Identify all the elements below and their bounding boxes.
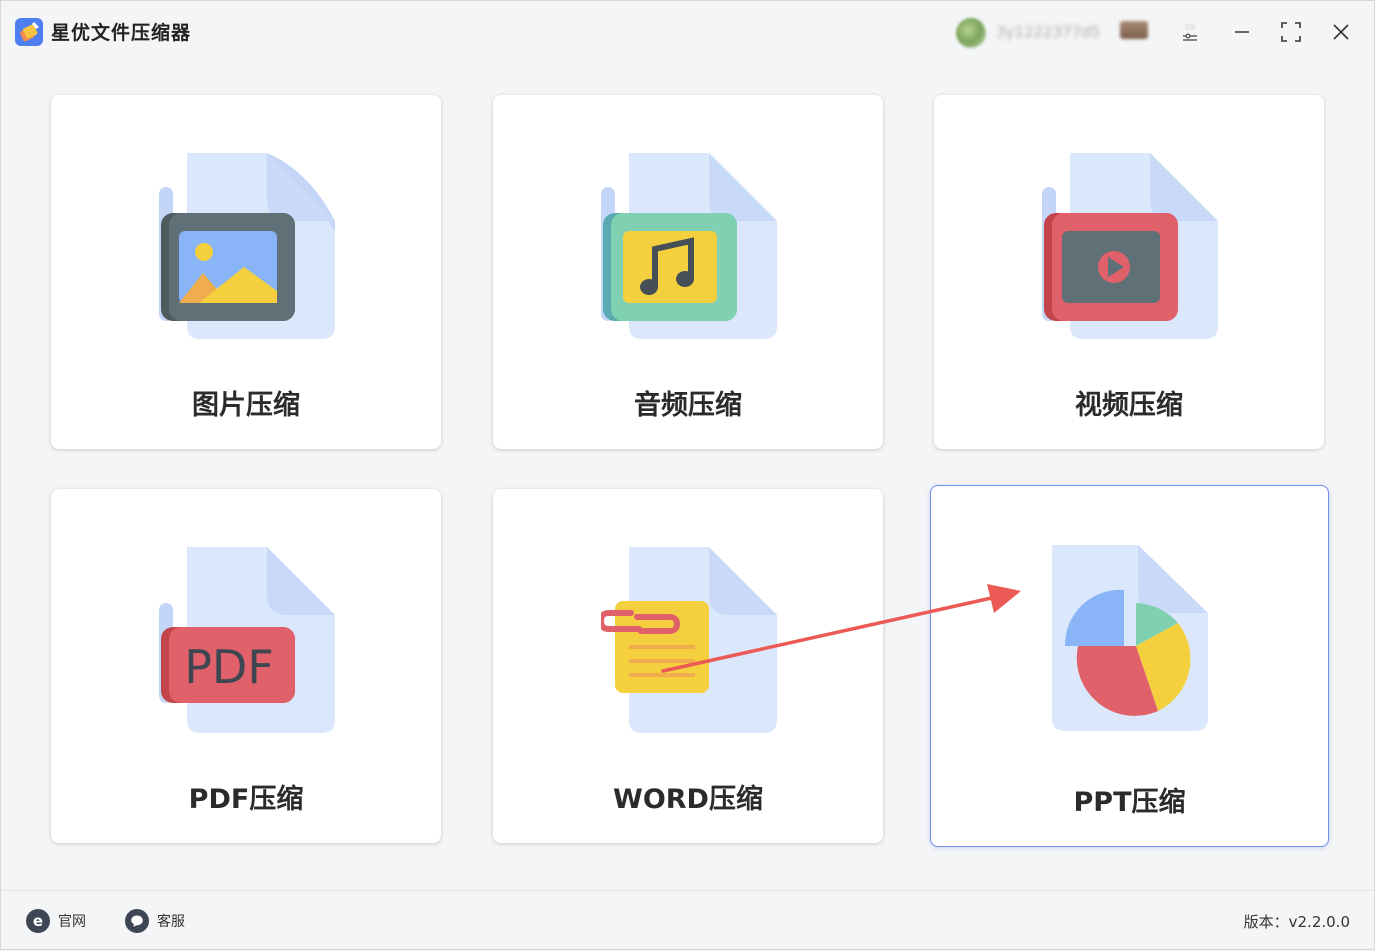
support-link[interactable]: 客服 [125, 908, 185, 934]
video-file-icon [1042, 153, 1218, 339]
ppt-file-icon [1052, 545, 1208, 731]
vip-badge [1120, 21, 1148, 39]
website-label: 官网 [58, 914, 86, 930]
website-link[interactable]: e 官网 [26, 908, 86, 934]
user-account[interactable]: 3y1222377d5 [956, 15, 1156, 49]
card-image-compress[interactable]: 图片压缩 [51, 95, 441, 449]
website-e-icon: e [26, 909, 50, 933]
card-label: PPT压缩 [1073, 787, 1186, 818]
close-button[interactable] [1324, 15, 1358, 49]
image-file-icon [159, 153, 335, 339]
version-text: 版本：v2.2.0.0 [1243, 913, 1350, 931]
pdf-icon-text: PDF [184, 640, 274, 694]
avatar[interactable] [956, 18, 986, 48]
audio-file-icon [601, 153, 777, 339]
card-video-compress[interactable]: 视频压缩 [934, 95, 1324, 449]
word-file-icon [601, 547, 777, 733]
card-word-compress[interactable]: WORD压缩 [493, 489, 883, 843]
username: 3y1222377d5 [996, 23, 1101, 41]
card-pdf-compress[interactable]: PDF PDF压缩 [51, 489, 441, 843]
pdf-file-icon: PDF [159, 547, 335, 733]
app-window: 星优文件压缩器 3y1222377d5 图片压缩 音频压缩 视频压缩 PDF P… [0, 0, 1375, 950]
close-icon [1333, 24, 1349, 40]
card-ppt-compress[interactable]: PPT压缩 [930, 485, 1329, 847]
maximize-icon [1281, 22, 1301, 42]
chat-bubble-icon [125, 909, 149, 933]
card-label: 图片压缩 [192, 390, 300, 421]
card-label: 音频压缩 [634, 390, 742, 421]
support-label: 客服 [157, 914, 185, 930]
settings-button[interactable] [1173, 15, 1207, 49]
app-title: 星优文件压缩器 [51, 22, 192, 44]
card-label: 视频压缩 [1075, 390, 1183, 421]
minimize-button[interactable] [1225, 15, 1259, 49]
title-bar: 星优文件压缩器 3y1222377d5 [1, 1, 1374, 61]
card-label: PDF压缩 [188, 784, 304, 815]
app-logo-icon [15, 18, 43, 46]
maximize-button[interactable] [1274, 15, 1308, 49]
card-audio-compress[interactable]: 音频压缩 [493, 95, 883, 449]
card-label: WORD压缩 [613, 784, 763, 815]
footer-divider [1, 890, 1374, 891]
settings-sliders-icon [1183, 24, 1197, 41]
minimize-icon [1235, 31, 1249, 33]
